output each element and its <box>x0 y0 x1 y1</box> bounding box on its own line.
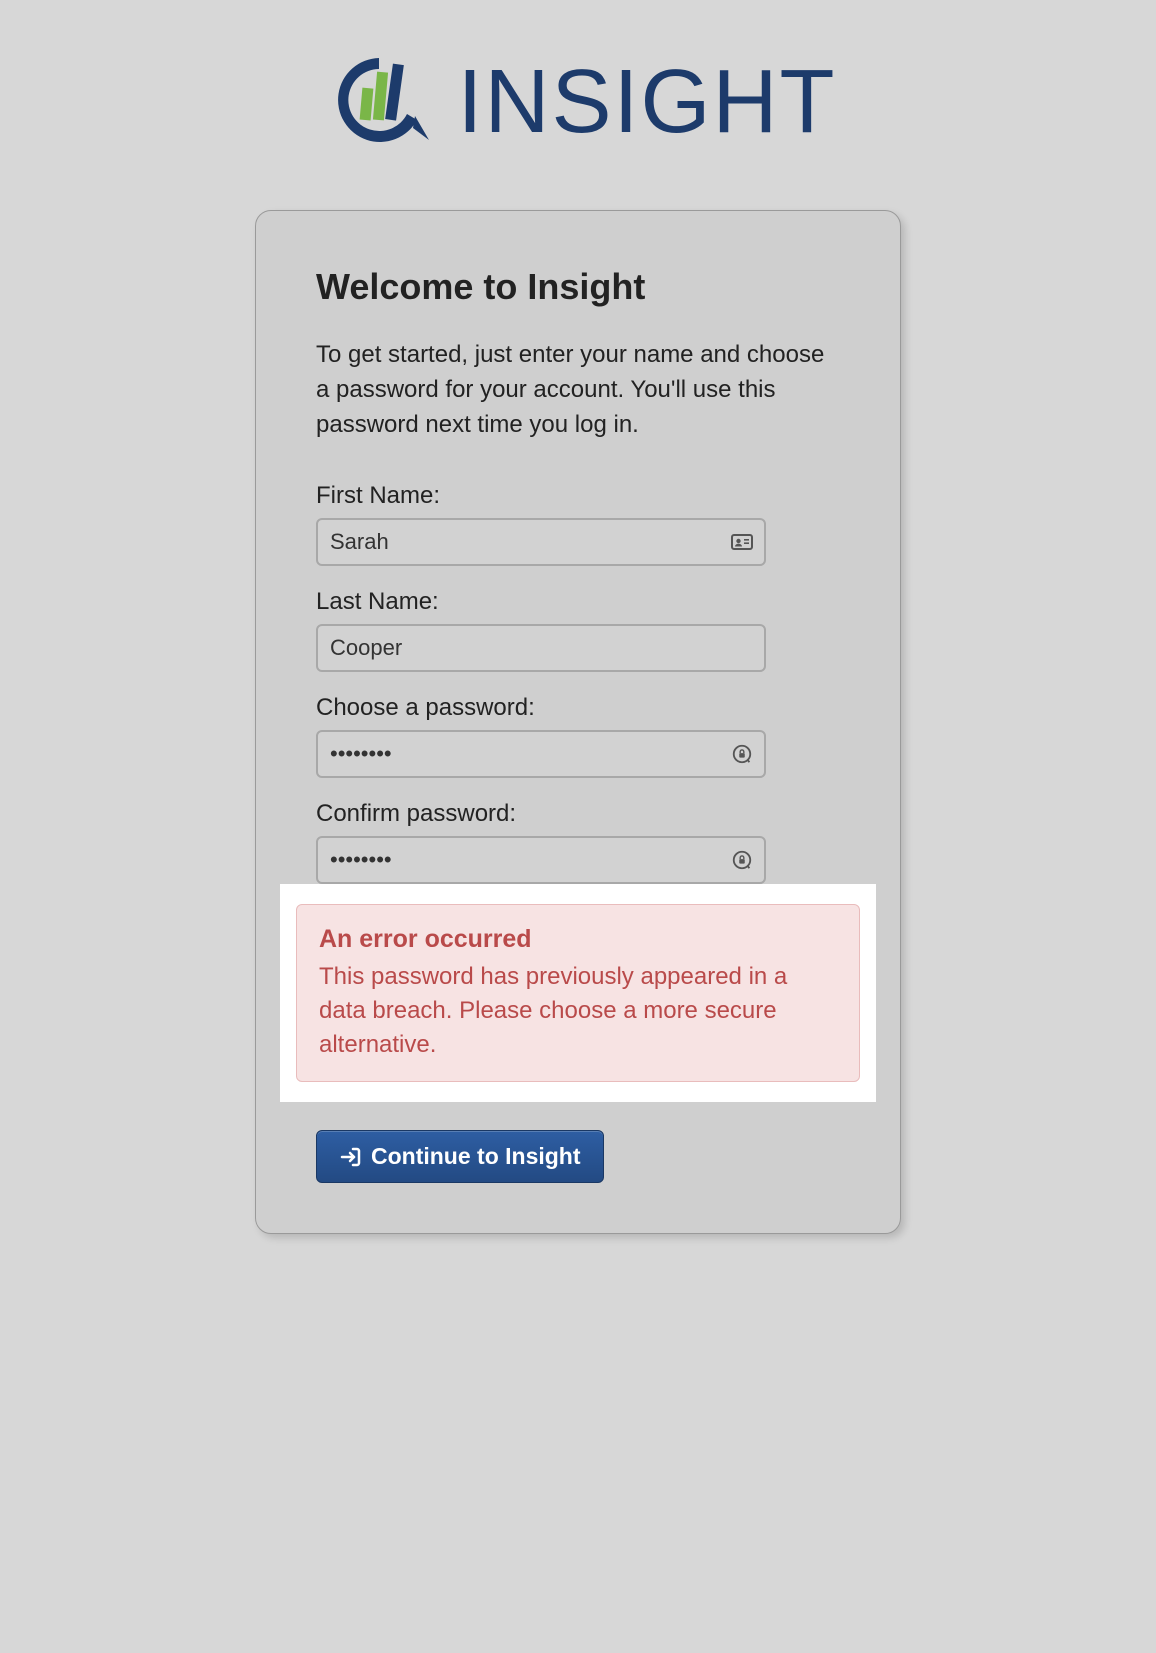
confirm-password-input[interactable] <box>316 836 766 884</box>
lock-refresh-icon <box>730 848 754 872</box>
last-name-label: Last Name: <box>316 588 840 616</box>
first-name-group: First Name: <box>316 482 840 566</box>
brand-name: INSIGHT <box>457 51 836 154</box>
continue-button[interactable]: Continue to Insight <box>316 1130 604 1183</box>
signup-card: Welcome to Insight To get started, just … <box>255 210 901 1234</box>
lock-refresh-icon <box>730 742 754 766</box>
confirm-password-group: Confirm password: <box>316 800 840 884</box>
confirm-password-label: Confirm password: <box>316 800 840 828</box>
card-intro-text: To get started, just enter your name and… <box>316 338 840 442</box>
continue-button-label: Continue to Insight <box>371 1143 581 1170</box>
error-highlight-region: An error occurred This password has prev… <box>280 884 876 1102</box>
card-heading: Welcome to Insight <box>316 266 840 308</box>
first-name-label: First Name: <box>316 482 840 510</box>
contact-card-icon <box>730 530 754 554</box>
last-name-input[interactable] <box>316 624 766 672</box>
password-group: Choose a password: <box>316 694 840 778</box>
last-name-group: Last Name: <box>316 588 840 672</box>
brand-logo: INSIGHT <box>319 50 836 155</box>
password-input[interactable] <box>316 730 766 778</box>
error-title: An error occurred <box>319 925 837 954</box>
first-name-input[interactable] <box>316 518 766 566</box>
insight-logo-icon <box>319 50 439 155</box>
error-body: This password has previously appeared in… <box>319 960 837 1061</box>
sign-in-icon <box>339 1145 363 1169</box>
password-label: Choose a password: <box>316 694 840 722</box>
error-alert: An error occurred This password has prev… <box>296 904 860 1082</box>
